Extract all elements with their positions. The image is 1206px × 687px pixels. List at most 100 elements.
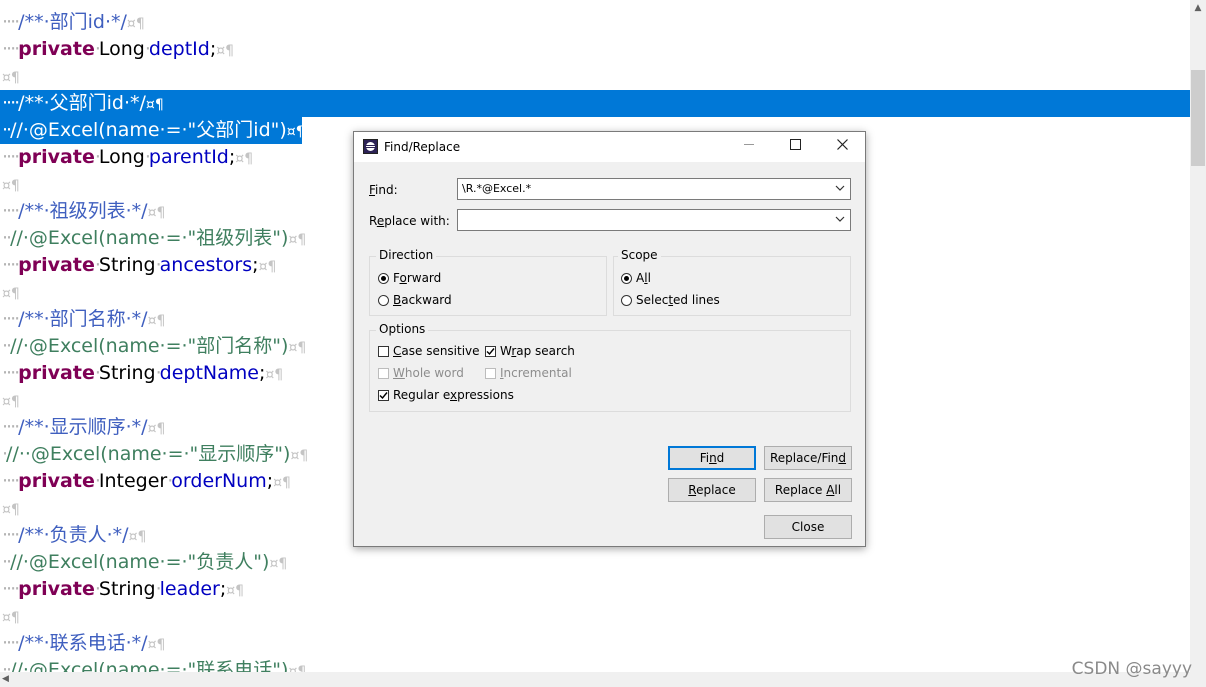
wrap-search-checkbox[interactable] — [485, 346, 496, 357]
direction-group — [369, 256, 607, 316]
code-token: private — [18, 362, 95, 384]
minimize-button[interactable] — [726, 132, 772, 162]
code-token: /**·部门id·*/ — [18, 11, 127, 33]
code-token: /**·祖级列表·*/ — [18, 200, 148, 222]
pilcrow-marker: ¤¶ — [128, 529, 147, 545]
whitespace-marker: ···· — [2, 92, 20, 114]
regular-expressions-label[interactable]: Regular expressions — [393, 388, 514, 402]
pilcrow-marker: ¤¶ — [265, 367, 284, 383]
whole-word-checkbox — [378, 368, 389, 379]
replace-find-button[interactable]: Replace/Find — [764, 446, 852, 470]
code-token: /**·联系电话·*/ — [18, 632, 148, 654]
find-replace-dialog: Find/Replace Find: \R.*@Excel.* Replace … — [353, 131, 866, 547]
replace-with-label: Replace with: — [369, 214, 450, 228]
code-token: String — [98, 362, 156, 384]
pilcrow-marker: ¤¶ — [2, 394, 20, 410]
whitespace-marker: ···· — [2, 38, 20, 60]
case-sensitive-label[interactable]: Case sensitive — [393, 344, 480, 358]
backward-label[interactable]: Backward — [393, 293, 452, 307]
direction-title: Direction — [376, 248, 437, 262]
code-token: Integer — [98, 470, 168, 492]
code-token: /**·部门名称·*/ — [18, 308, 148, 330]
replace-combo[interactable] — [457, 209, 851, 231]
maximize-icon — [789, 139, 801, 150]
close-window-button[interactable] — [819, 132, 865, 162]
pilcrow-marker: ¤¶ — [145, 97, 164, 113]
code-token: //··@Excel(name·=·"显示顺序") — [6, 443, 291, 465]
code-token: ancestors — [159, 254, 253, 276]
scope-all-label[interactable]: All — [636, 271, 651, 285]
pilcrow-marker: ¤¶ — [2, 70, 20, 86]
find-combo[interactable]: \R.*@Excel.* — [457, 178, 851, 200]
code-token: //·@Excel(name·=·"联系电话") — [10, 659, 289, 672]
code-token: //·@Excel(name·=·"部门名称") — [10, 335, 289, 357]
code-token: //·@Excel(name·=·"父部门id") — [10, 119, 287, 141]
whole-word-label: Whole word — [393, 366, 464, 380]
whitespace-marker: ·· — [2, 335, 12, 357]
scope-all-radio[interactable] — [621, 273, 632, 284]
pilcrow-marker: ¤¶ — [216, 43, 235, 59]
replace-button[interactable]: Replace — [668, 478, 756, 502]
checkmark-icon — [486, 348, 495, 356]
incremental-label: Incremental — [500, 366, 572, 380]
find-label: Find: — [369, 183, 398, 197]
minimize-icon — [743, 144, 754, 145]
scope-group — [613, 256, 851, 316]
pilcrow-marker: ¤¶ — [147, 637, 166, 653]
scroll-left-icon[interactable]: ◀ — [2, 672, 16, 687]
pilcrow-marker: ¤¶ — [288, 232, 307, 248]
whitespace-marker: ·· — [2, 659, 12, 672]
whitespace-marker: ···· — [2, 11, 20, 33]
checkmark-icon — [379, 392, 388, 400]
pilcrow-marker: ¤¶ — [235, 151, 254, 167]
code-token: Long — [98, 38, 145, 60]
code-token: private — [18, 38, 95, 60]
find-input-value[interactable]: \R.*@Excel.* — [462, 182, 531, 195]
pilcrow-marker: ¤¶ — [147, 205, 166, 221]
selection-highlight — [0, 90, 1190, 117]
code-token: private — [18, 254, 95, 276]
regular-expressions-checkbox[interactable] — [378, 390, 389, 401]
code-token: deptId — [148, 38, 210, 60]
pilcrow-marker: ¤¶ — [2, 286, 20, 302]
code-token: orderNum — [171, 470, 267, 492]
pilcrow-marker: ¤¶ — [286, 124, 305, 140]
case-sensitive-checkbox[interactable] — [378, 346, 389, 357]
whitespace-marker: ···· — [2, 578, 20, 600]
code-token: /**·负责人·*/ — [18, 524, 129, 546]
close-button[interactable]: Close — [764, 515, 852, 539]
forward-radio[interactable] — [378, 273, 389, 284]
scope-selected-lines-label[interactable]: Selected lines — [636, 293, 720, 307]
wrap-search-label[interactable]: Wrap search — [500, 344, 575, 358]
backward-radio[interactable] — [378, 295, 389, 306]
whitespace-marker: ···· — [2, 632, 20, 654]
scope-title: Scope — [618, 248, 661, 262]
whitespace-marker: ···· — [2, 416, 20, 438]
eclipse-app-icon — [363, 139, 378, 154]
vertical-scrollbar[interactable]: ▲ — [1190, 0, 1206, 672]
whitespace-marker: ···· — [2, 254, 20, 276]
dialog-title: Find/Replace — [384, 140, 461, 154]
code-token: parentId — [148, 146, 229, 168]
dialog-titlebar[interactable]: Find/Replace — [354, 132, 865, 162]
whitespace-marker: ···· — [2, 146, 20, 168]
close-icon — [836, 139, 848, 150]
replace-all-button[interactable]: Replace All — [764, 478, 852, 502]
code-token: leader — [159, 578, 220, 600]
pilcrow-marker: ¤¶ — [269, 556, 288, 572]
forward-label[interactable]: Forward — [393, 271, 441, 285]
find-button[interactable]: Find — [668, 446, 756, 470]
chevron-down-icon[interactable] — [835, 214, 845, 224]
scroll-up-icon[interactable]: ▲ — [1190, 0, 1206, 16]
whitespace-marker: ·· — [2, 551, 12, 573]
chevron-down-icon[interactable] — [835, 183, 845, 193]
whitespace-marker: ···· — [2, 524, 20, 546]
code-token: //·@Excel(name·=·"祖级列表") — [10, 227, 289, 249]
pilcrow-marker: ¤¶ — [2, 502, 20, 518]
maximize-button[interactable] — [772, 132, 818, 162]
horizontal-scrollbar[interactable]: ◀ — [0, 672, 1206, 687]
pilcrow-marker: ¤¶ — [147, 313, 166, 329]
vertical-scroll-thumb[interactable] — [1191, 70, 1205, 166]
code-token: /**·父部门id·*/ — [18, 92, 146, 114]
scope-selected-lines-radio[interactable] — [621, 295, 632, 306]
